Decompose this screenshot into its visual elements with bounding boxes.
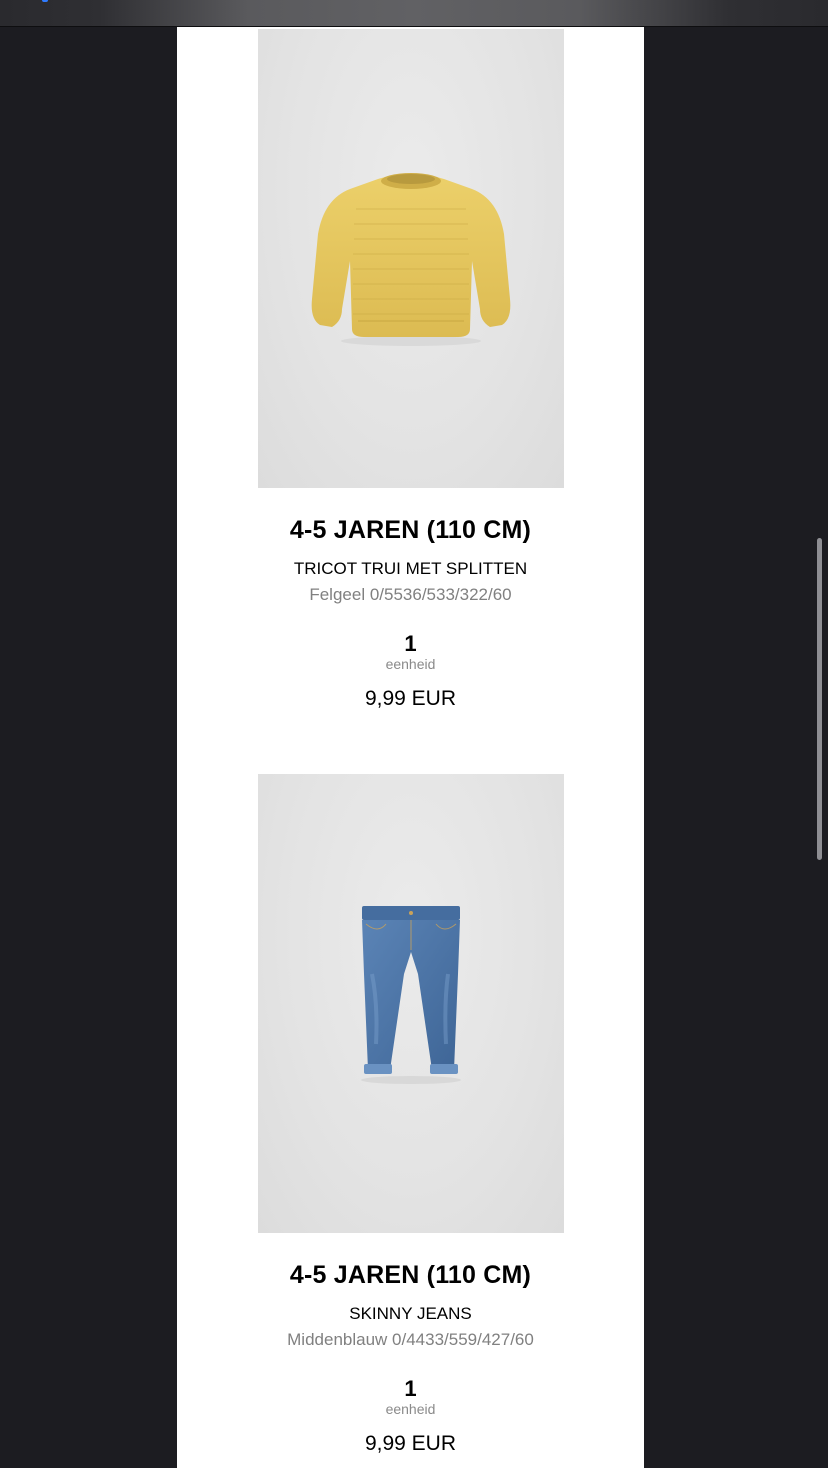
product-image[interactable]	[258, 774, 564, 1233]
product-unit: eenheid	[385, 656, 436, 672]
product-image[interactable]	[258, 29, 564, 488]
product-name: SKINNY JEANS	[349, 1304, 472, 1323]
product-price: 9,99 EUR	[364, 1432, 457, 1455]
product-color-ref: Middenblauw 0/4433/559/427/60	[287, 1330, 534, 1349]
scrollbar-thumb[interactable]	[817, 538, 822, 860]
product-color-ref: Felgeel 0/5536/533/322/60	[309, 585, 512, 604]
sweater-icon	[311, 173, 511, 346]
product-size: 4-5 JAREN (110 CM)	[289, 516, 532, 544]
order-email-content: 4-5 JAREN (110 CM) TRICOT TRUI MET SPLIT…	[177, 27, 644, 1468]
status-indicator	[42, 0, 48, 2]
jeans-icon	[361, 906, 461, 1084]
product-unit: eenheid	[385, 1401, 436, 1417]
product-price: 9,99 EUR	[364, 687, 457, 710]
product-size: 4-5 JAREN (110 CM)	[289, 1261, 532, 1289]
browser-top-bar	[0, 0, 828, 27]
product-name: TRICOT TRUI MET SPLITTEN	[293, 559, 528, 578]
product-quantity: 1	[404, 631, 417, 656]
product-quantity: 1	[404, 1376, 417, 1401]
